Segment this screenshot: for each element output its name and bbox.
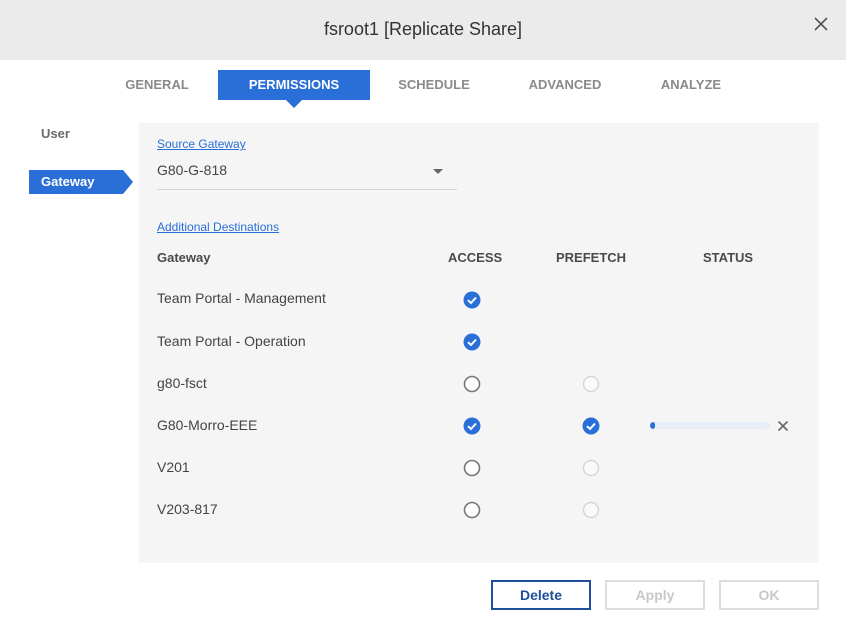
replication-progress-bar xyxy=(650,422,770,429)
tab-permissions[interactable]: PERMISSIONS xyxy=(218,70,370,108)
progress-fill xyxy=(650,422,655,429)
dialog-title: fsroot1 [Replicate Share] xyxy=(323,19,523,39)
source-gateway-select[interactable]: G80-G-818 xyxy=(157,158,457,190)
tab-schedule[interactable]: SCHEDULE xyxy=(390,70,478,100)
access-unchecked-icon[interactable] xyxy=(463,375,481,393)
prefetch-disabled-icon xyxy=(582,501,600,519)
chevron-down-icon xyxy=(433,169,443,174)
tab-analyze[interactable]: ANALYZE xyxy=(650,70,732,100)
title-bar: fsroot1 [Replicate Share] xyxy=(0,0,846,60)
access-checked-icon[interactable] xyxy=(463,417,481,435)
source-gateway-label: Source Gateway xyxy=(157,137,246,151)
access-checked-icon[interactable] xyxy=(463,291,481,309)
column-header-status: STATUS xyxy=(703,250,754,265)
sidebar-item-gateway[interactable]: Gateway xyxy=(29,170,133,194)
access-unchecked-icon[interactable] xyxy=(463,501,481,519)
prefetch-disabled-icon xyxy=(582,375,600,393)
ok-button[interactable]: OK xyxy=(719,580,819,610)
apply-button[interactable]: Apply xyxy=(605,580,705,610)
column-header-access: ACCESS xyxy=(448,250,503,265)
sidebar-item-user[interactable]: User xyxy=(41,126,70,141)
access-checked-icon[interactable] xyxy=(463,333,481,351)
row-gateway-name: Team Portal - Operation xyxy=(157,333,306,349)
delete-button[interactable]: Delete xyxy=(491,580,591,610)
row-gateway-name: Team Portal - Management xyxy=(157,290,326,306)
column-header-prefetch: PREFETCH xyxy=(556,250,627,265)
cancel-replication-icon[interactable] xyxy=(777,420,789,432)
access-unchecked-icon[interactable] xyxy=(463,459,481,477)
prefetch-disabled-icon xyxy=(582,459,600,477)
row-gateway-name: g80-fsct xyxy=(157,375,207,391)
row-gateway-name: G80-Morro-EEE xyxy=(157,417,258,433)
prefetch-checked-icon[interactable] xyxy=(582,417,600,435)
tab-general[interactable]: GENERAL xyxy=(115,70,199,100)
additional-destinations-label: Additional Destinations xyxy=(157,220,280,234)
close-icon[interactable] xyxy=(812,15,830,33)
column-header-gateway: Gateway xyxy=(157,250,211,265)
tab-advanced[interactable]: ADVANCED xyxy=(518,70,612,100)
row-gateway-name: V203-817 xyxy=(157,501,218,517)
source-gateway-value: G80-G-818 xyxy=(157,162,228,178)
tab-bar: GENERAL PERMISSIONS SCHEDULE ADVANCED AN… xyxy=(0,70,846,110)
row-gateway-name: V201 xyxy=(157,459,190,475)
